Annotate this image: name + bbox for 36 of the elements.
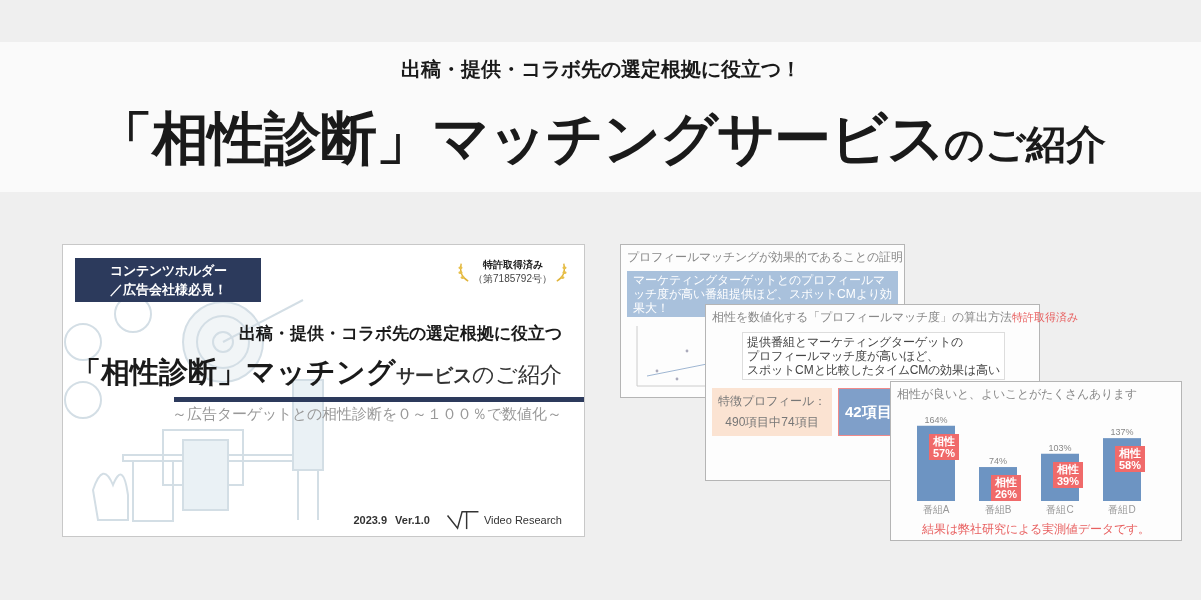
slide-title-suffix: のご紹介 bbox=[472, 361, 562, 389]
slide-tagline: ～広告ターゲットとの相性診断を０～１００％で数値化～ bbox=[172, 405, 562, 424]
category-label: 番組D bbox=[1108, 504, 1136, 515]
laurel-icon bbox=[457, 261, 472, 283]
slide-lead: 出稿・提供・コラボ先の選定根拠に役立つ bbox=[239, 323, 562, 345]
patent-tag: 特許取得済み bbox=[1012, 310, 1078, 325]
profile-label: 特徴プロフィール： bbox=[718, 393, 826, 410]
value-label: 74% bbox=[989, 456, 1007, 467]
value-label: 137% bbox=[1110, 427, 1134, 438]
category-label: 番組C bbox=[1046, 504, 1074, 515]
compatibility-callout: 相性 26% bbox=[991, 475, 1021, 502]
slide-title-service: サービス bbox=[396, 364, 472, 388]
slide-version: Ver.1.0 bbox=[395, 514, 430, 526]
compatibility-callout: 相性 39% bbox=[1053, 461, 1083, 488]
slide-date: 2023.9 bbox=[353, 514, 388, 526]
logo-mark-icon bbox=[445, 510, 480, 530]
compatibility-callout: 相性 58% bbox=[1115, 446, 1145, 473]
slide-footnote: 結果は弊社研究による実測値データです。 bbox=[922, 521, 1150, 538]
laurel-icon bbox=[554, 261, 568, 283]
logo-text: Video Research bbox=[483, 514, 562, 526]
callout-note: 提供番組とマーケティングターゲットの プロフィールマッチ度が高いほど、 スポットCMと比較したタイムCMの効果は高い bbox=[742, 332, 1006, 380]
slide-title: 「相性診断」マッチング bbox=[72, 355, 396, 390]
audience-banner: コンテンツホルダー ／広告会社様必見！ bbox=[75, 258, 261, 302]
header-subtitle: 出稿・提供・コラボ先の選定根拠に役立つ！ bbox=[400, 57, 801, 82]
category-label: 番組A bbox=[922, 504, 950, 515]
slide-preview-title: 相性が良いと、よいことがたくさんあります bbox=[897, 386, 1138, 403]
value-label: 103% bbox=[1048, 442, 1072, 453]
profile-count: 490項目中74項目 bbox=[725, 414, 819, 431]
header-title-suffix: のご紹介 bbox=[943, 121, 1106, 168]
compatibility-callout: 相性 57% bbox=[929, 433, 959, 460]
patent-label: 特許取得済み bbox=[482, 258, 543, 272]
patent-number: （第7185792号） bbox=[473, 272, 552, 286]
value-label: 164% bbox=[924, 414, 948, 425]
category-label: 番組B bbox=[984, 504, 1012, 515]
match-count: 42項目 bbox=[845, 402, 892, 422]
header-title: 「相性診断」マッチングサービス bbox=[95, 105, 944, 172]
